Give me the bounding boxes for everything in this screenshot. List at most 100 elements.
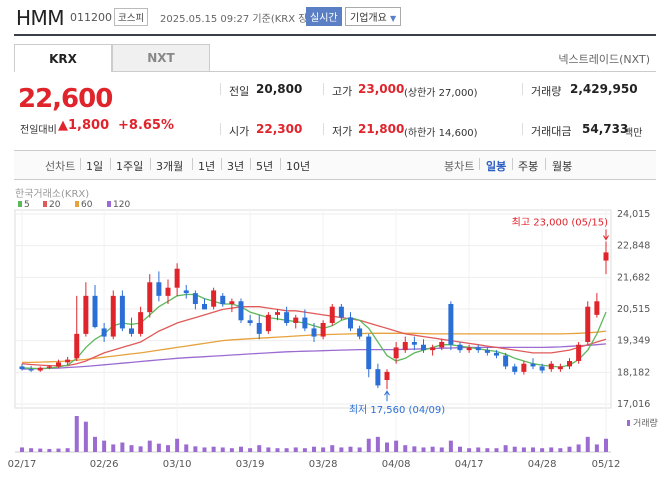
volume-legend-label: 거래량 [633, 417, 658, 429]
candle-body [484, 350, 490, 353]
volume-bar [339, 447, 344, 452]
volume-bar [549, 447, 554, 452]
candle-body [375, 369, 381, 386]
candle-body [275, 312, 280, 315]
volume-bar [166, 445, 170, 452]
price-annotations: 최고 23,000 (05/15) 최저 17,560 (04/09) [349, 217, 609, 416]
stat-divider [522, 123, 523, 135]
candle-body [293, 317, 299, 323]
candle-body [229, 301, 235, 304]
tab-nxt[interactable]: NXT [112, 44, 210, 72]
open-value: 22,300 [256, 122, 303, 136]
high-annotation: 최고 23,000 (05/15) [512, 217, 608, 229]
volume-bar [211, 446, 216, 452]
x-tick-label: 05/12 [592, 459, 621, 470]
candle-body [457, 344, 463, 351]
candle-body [110, 295, 116, 337]
volume-bar [275, 448, 280, 452]
candle-body [147, 282, 153, 313]
candle-body [576, 344, 582, 361]
candle-body [129, 328, 134, 334]
volume-bar [448, 440, 453, 452]
upper-limit: (상한가 27,000) [404, 88, 478, 99]
x-tick-label: 04/17 [455, 459, 484, 470]
price-change-pct: +8.65% [118, 118, 174, 133]
volume-bar [494, 448, 499, 452]
volume-bar [20, 447, 24, 452]
candle-chart-label: 봉차트 [444, 160, 475, 173]
volume-bar [348, 446, 353, 452]
candle-body [256, 322, 262, 334]
volume-bar [147, 440, 152, 452]
candle-body [83, 295, 89, 334]
prev-close-value: 20,800 [256, 82, 303, 96]
volume-bar [485, 448, 490, 452]
volume-bar [421, 447, 426, 452]
current-price: 22,600 [18, 84, 113, 114]
high-value: 23,000 [358, 82, 405, 96]
period-3m[interactable]: 3개월 [156, 158, 183, 174]
volume-bar [558, 448, 563, 452]
volume-bars [20, 416, 608, 452]
candle-body [357, 328, 363, 337]
candle-body [320, 322, 326, 337]
stat-divider [220, 83, 221, 95]
volume-bar [585, 436, 590, 452]
period-separator [512, 158, 513, 170]
y-axis-ticks: 24,015 22,848 21,682 20,515 19,349 18,182 17,0… [617, 209, 650, 410]
period-1y[interactable]: 1년 [198, 158, 215, 174]
x-tick-label: 02/26 [90, 459, 119, 470]
volume-bar [531, 447, 535, 452]
y-tick-label: 20,515 [617, 304, 650, 315]
volume-bar [175, 438, 180, 452]
realtime-button[interactable]: 실시간 [306, 7, 342, 26]
company-info-dropdown[interactable]: 기업개요 ▼ [345, 7, 402, 26]
candle-body [567, 360, 572, 367]
nextrade-link[interactable]: 넥스트레이드(NXT) [558, 51, 650, 67]
volume-bar [293, 447, 298, 452]
amount-unit: 백만 [624, 128, 643, 139]
price-chart[interactable]: 한국거래소(KRX) 5 20 60 120 24,015 22,848 21,682 20… [0, 184, 670, 483]
candle-body [512, 366, 518, 372]
prev-close-label: 전일 [229, 85, 250, 98]
volume-bar [312, 446, 316, 452]
candle-daily[interactable]: 일봉 [486, 158, 506, 174]
candle-body [284, 312, 290, 323]
volume-bar [193, 446, 198, 452]
amount-label: 거래대금 [531, 125, 572, 138]
period-10y[interactable]: 10년 [286, 158, 310, 174]
chevron-down-icon: ▼ [390, 14, 397, 23]
candle-weekly[interactable]: 주봉 [518, 158, 538, 174]
period-separator [110, 158, 111, 170]
candle-body [174, 268, 180, 288]
low-annotation: 최저 17,560 (04/09) [349, 404, 445, 416]
candle-body [65, 359, 71, 363]
candle-body [521, 363, 527, 372]
candle-monthly[interactable]: 월봉 [552, 158, 572, 174]
ma-legend-label: 20 [49, 200, 61, 210]
candle-body [156, 282, 162, 296]
candle-body [366, 336, 372, 370]
period-1d[interactable]: 1일 [86, 158, 103, 174]
candle-body [466, 347, 472, 351]
market-badge: 코스피 [114, 8, 149, 26]
candle-body [494, 352, 499, 356]
x-tick-label: 02/17 [8, 459, 37, 470]
candle-body [192, 293, 198, 304]
tab-krx[interactable]: KRX [14, 44, 112, 72]
candles [19, 241, 609, 390]
volume-bar [138, 446, 143, 452]
volume-bar [567, 446, 572, 452]
y-tick-label: 24,015 [617, 209, 650, 220]
period-1w[interactable]: 1주일 [116, 158, 143, 174]
line-chart-label: 선차트 [45, 160, 76, 173]
ma-legend-label: 60 [81, 200, 93, 210]
volume-legend-swatch [627, 420, 630, 426]
period-5y[interactable]: 5년 [256, 158, 273, 174]
volume-bar [111, 444, 116, 452]
period-3y[interactable]: 3년 [227, 158, 244, 174]
volume-bar [257, 445, 262, 452]
candle-body [503, 355, 509, 367]
volume-bar [503, 445, 508, 452]
volume-bar [102, 440, 107, 452]
